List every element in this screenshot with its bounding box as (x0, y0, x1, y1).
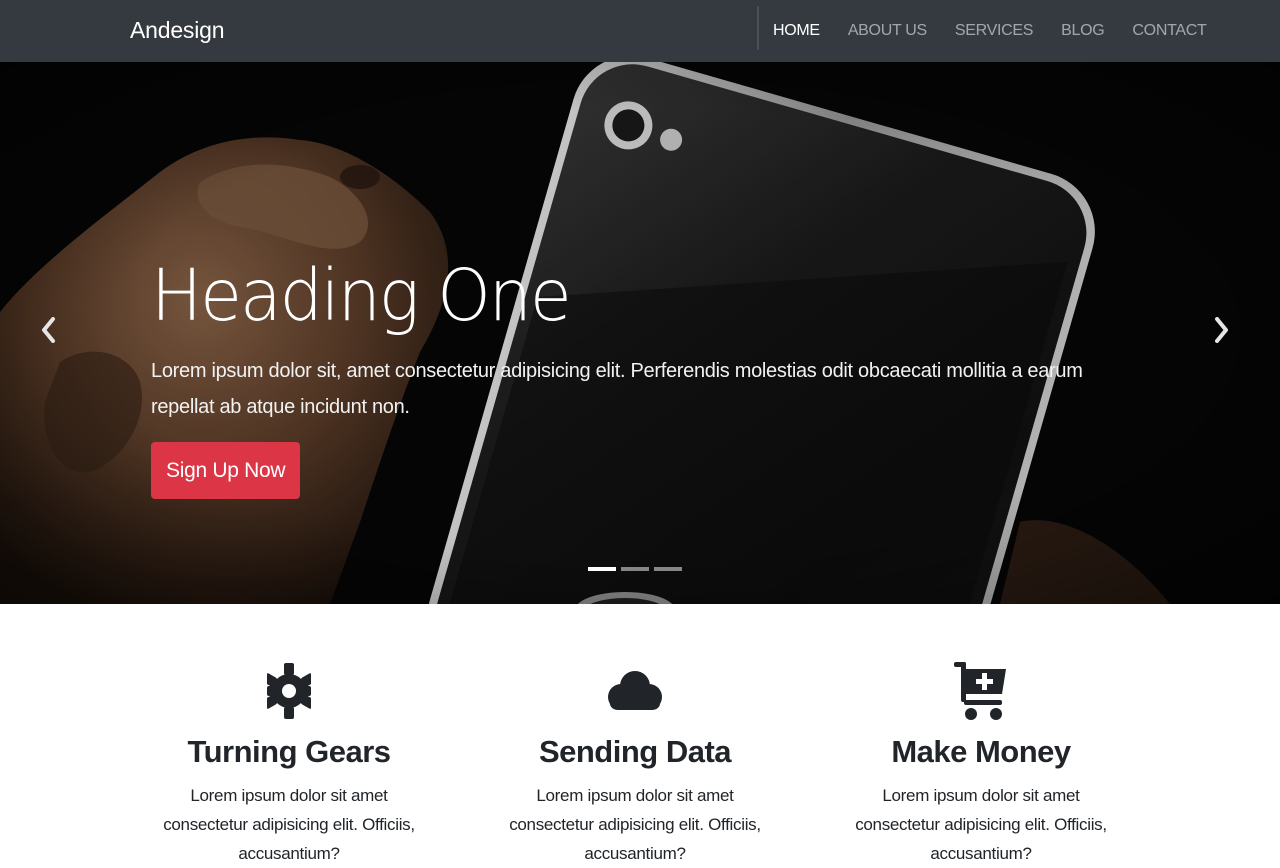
carousel-prev-button[interactable] (28, 310, 68, 350)
carousel-indicator-3[interactable] (654, 567, 682, 571)
features-section: Turning Gears Lorem ipsum dolor sit amet… (0, 604, 1280, 863)
hero-text: Lorem ipsum dolor sit, amet consectetur … (151, 360, 1083, 418)
carousel-indicators (588, 567, 682, 573)
nav-links: HOME ABOUT US SERVICES BLOG CONTACT (759, 0, 1220, 62)
nav-link-blog[interactable]: BLOG (1047, 2, 1118, 60)
hero-title: Heading One (151, 255, 572, 338)
brand-logo[interactable]: Andesign (130, 14, 225, 46)
nav-link-contact[interactable]: CONTACT (1118, 2, 1220, 60)
feature-text: Lorem ipsum dolor sit amet consectetur a… (163, 786, 415, 863)
navbar: Andesign HOME ABOUT US SERVICES BLOG CON… (0, 0, 1280, 62)
feature-text: Lorem ipsum dolor sit amet consectetur a… (509, 786, 761, 863)
nav-link-home[interactable]: HOME (759, 2, 834, 60)
feature-text: Lorem ipsum dolor sit amet consectetur a… (855, 786, 1107, 863)
nav-link-services[interactable]: SERVICES (941, 2, 1047, 60)
carousel-next-button[interactable] (1202, 310, 1242, 350)
gear-icon (267, 663, 311, 719)
feature-title: Make Money (891, 734, 1071, 769)
nav-link-about-us[interactable]: ABOUT US (834, 2, 941, 60)
hero-carousel: Heading One Lorem ipsum dolor sit, amet … (0, 62, 1280, 604)
feature-title: Turning Gears (187, 734, 391, 769)
carousel-indicator-1[interactable] (588, 567, 616, 571)
carousel-indicator-2[interactable] (621, 567, 649, 571)
cart-plus-icon (954, 662, 1006, 720)
feature-title: Sending Data (538, 734, 732, 769)
cloud-icon (608, 671, 662, 710)
chevron-right-icon (1215, 317, 1228, 343)
sign-up-button[interactable]: Sign Up Now (151, 442, 301, 499)
chevron-left-icon (42, 317, 55, 343)
hero-caption: Heading One Lorem ipsum dolor sit, amet … (151, 255, 1126, 499)
